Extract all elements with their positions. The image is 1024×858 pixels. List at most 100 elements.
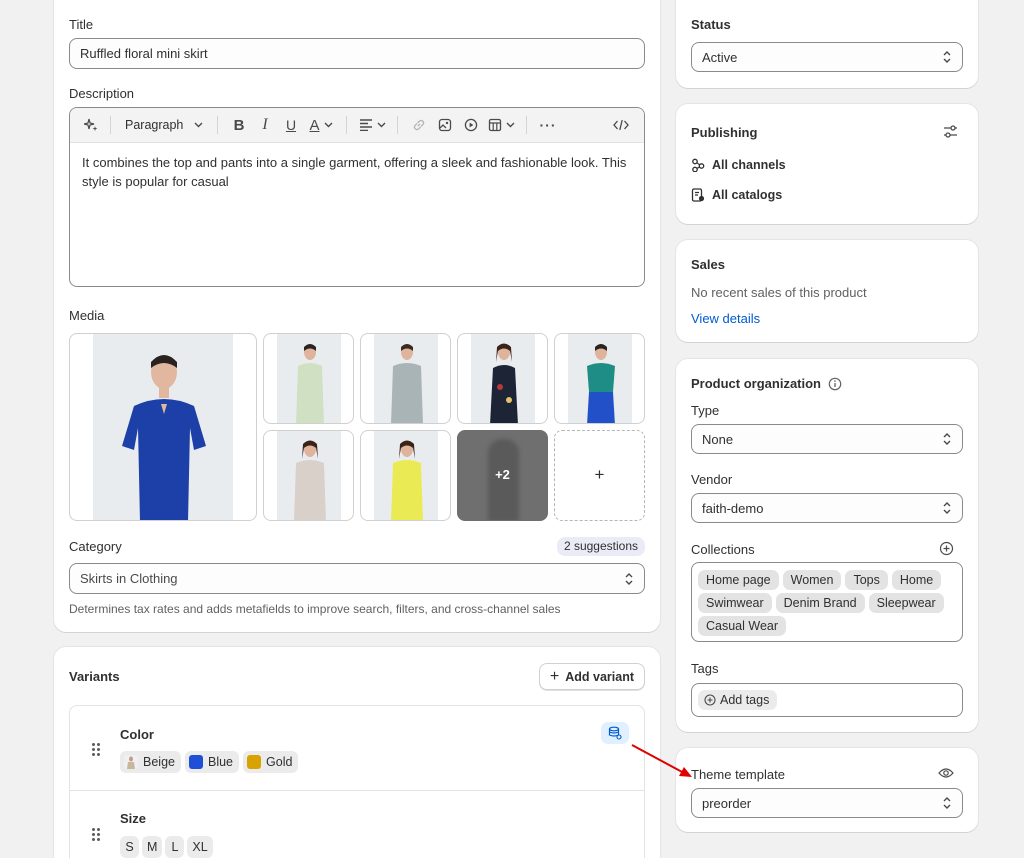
collection-chip[interactable]: Casual Wear [698, 616, 787, 636]
description-text[interactable]: It combines the top and pants into a sin… [82, 153, 630, 191]
drag-handle-icon[interactable] [92, 743, 100, 756]
info-icon[interactable] [828, 377, 842, 391]
type-label: Type [691, 403, 720, 418]
add-tags-label: Add tags [720, 693, 770, 707]
all-channels-row[interactable]: All channels [691, 158, 786, 172]
chevron-down-icon [194, 122, 203, 128]
media-thumb-3[interactable] [457, 333, 548, 424]
media-add-tile[interactable]: + [554, 430, 645, 521]
media-add-icon: + [594, 465, 605, 484]
status-select[interactable]: Active [691, 42, 963, 72]
sales-title: Sales [691, 257, 725, 272]
add-tags-button[interactable]: Add tags [698, 690, 778, 710]
add-collection-icon[interactable] [939, 541, 954, 559]
metafield-linked-icon[interactable] [601, 722, 629, 744]
description-editor[interactable]: Paragraph B I U A ··· It combines the to… [69, 107, 645, 287]
organization-title-text: Product organization [691, 376, 821, 391]
category-help-text: Determines tax rates and adds metafields… [69, 602, 561, 616]
theme-template-card: Theme template preorder [676, 748, 978, 832]
publishing-title: Publishing [691, 125, 758, 140]
status-label: Status [691, 17, 731, 32]
tags-label: Tags [691, 661, 719, 676]
collection-chip[interactable]: Tops [845, 570, 888, 590]
collections-label: Collections [691, 542, 755, 557]
collection-chip[interactable]: Home page [698, 570, 779, 590]
all-catalogs-row[interactable]: All catalogs [691, 188, 782, 202]
view-details-link[interactable]: View details [691, 311, 760, 326]
media-more-tile[interactable]: +2 [457, 430, 548, 521]
media-thumb-1[interactable] [263, 333, 354, 424]
align-icon[interactable] [355, 113, 389, 137]
link-icon[interactable] [406, 113, 432, 137]
status-card: Status Active [676, 0, 978, 88]
media-thumb-5[interactable] [263, 430, 354, 521]
category-select-value: Skirts in Clothing [80, 571, 178, 586]
vendor-label: Vendor [691, 472, 733, 487]
tags-input[interactable]: Add tags [691, 683, 963, 717]
editor-toolbar: Paragraph B I U A ··· [70, 108, 644, 143]
variant-option-color[interactable]: Color Beige Blue Gold [70, 706, 644, 791]
media-main-image[interactable] [69, 333, 257, 521]
code-view-icon[interactable] [608, 113, 634, 137]
color-chip-gold: Gold [243, 751, 299, 773]
size-chip: L [165, 836, 185, 858]
collection-chip[interactable]: Denim Brand [775, 593, 865, 613]
collections-box[interactable]: Home page Women Tops Home Swimwear Denim… [691, 562, 963, 642]
vendor-select[interactable]: faith-demo [691, 493, 963, 523]
option-name-color: Color [120, 727, 154, 742]
add-variant-button[interactable]: + Add variant [538, 663, 645, 690]
channels-icon [692, 158, 705, 172]
product-organization-card: Product organization Type None Vendor fa… [676, 359, 978, 732]
variants-card: Variants + Add variant Color Beige Blue … [54, 647, 660, 858]
drag-handle-icon[interactable] [92, 828, 100, 841]
preview-eye-icon[interactable] [938, 767, 954, 782]
variants-title: Variants [69, 669, 120, 684]
media-thumb-2[interactable] [360, 333, 451, 424]
color-chip-beige: Beige [120, 751, 181, 773]
collection-chip[interactable]: Women [782, 570, 842, 590]
variant-option-size[interactable]: Size S M L XL [70, 791, 644, 858]
beige-swatch-icon [124, 755, 138, 769]
title-input[interactable]: Ruffled floral mini skirt [69, 38, 645, 69]
collection-chip[interactable]: Home [891, 570, 942, 590]
magic-sparkle-icon[interactable] [80, 113, 102, 137]
collection-chip[interactable]: Sleepwear [868, 593, 944, 613]
underline-icon[interactable]: U [278, 113, 304, 137]
sales-card: Sales No recent sales of this product Vi… [676, 240, 978, 342]
select-arrows-icon [943, 51, 951, 63]
product-details-card: Title Ruffled floral mini skirt Descript… [54, 0, 660, 632]
variant-options-box: Color Beige Blue Gold Size S M L XL [69, 705, 645, 858]
collection-chip[interactable]: Swimwear [698, 593, 772, 613]
type-select-value: None [702, 431, 734, 447]
bold-icon[interactable]: B [226, 113, 252, 137]
description-label: Description [69, 86, 135, 101]
all-catalogs-label: All catalogs [712, 188, 783, 202]
image-icon[interactable] [432, 113, 458, 137]
category-select[interactable]: Skirts in Clothing [69, 563, 645, 594]
publishing-settings-icon[interactable] [943, 124, 958, 142]
category-label: Category [69, 539, 122, 554]
theme-template-select[interactable]: preorder [691, 788, 963, 818]
paragraph-select[interactable]: Paragraph [119, 113, 209, 137]
more-options-icon[interactable]: ··· [535, 113, 561, 137]
theme-template-value: preorder [702, 795, 752, 811]
category-suggestions-badge[interactable]: 2 suggestions [556, 537, 645, 556]
media-thumb-4[interactable] [554, 333, 645, 424]
type-select[interactable]: None [691, 424, 963, 454]
italic-icon[interactable]: I [252, 113, 278, 137]
media-more-count: +2 [495, 467, 510, 482]
vendor-select-value: faith-demo [702, 500, 764, 516]
catalog-icon [691, 188, 705, 202]
status-select-value: Active [702, 49, 738, 65]
all-channels-label: All channels [712, 158, 786, 172]
text-color-icon[interactable]: A [304, 113, 338, 137]
video-icon[interactable] [458, 113, 484, 137]
title-input-value: Ruffled floral mini skirt [80, 46, 208, 61]
size-chip: XL [187, 836, 213, 858]
select-arrows-icon [943, 433, 951, 445]
option-name-size: Size [120, 811, 147, 826]
media-thumb-6[interactable] [360, 430, 451, 521]
model-figure [122, 355, 206, 520]
table-icon[interactable] [484, 113, 518, 137]
organization-title: Product organization [691, 376, 842, 391]
